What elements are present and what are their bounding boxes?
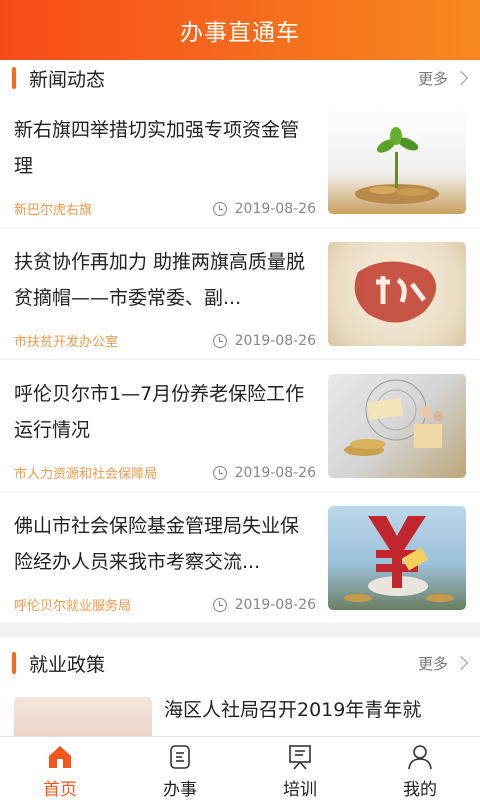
clock-icon [212,333,227,348]
clock-icon [212,465,227,480]
list-item[interactable]: 扶贫协作再加力 助推两旗高质量脱贫摘帽——市委常委、副... 市扶贫开发办公室 … [0,228,480,360]
news-source: 新巴尔虎右旗 [14,203,93,218]
section-divider [0,624,480,637]
tab-label: 培训 [283,780,317,800]
news-source: 呼伦贝尔就业服务局 [14,599,132,614]
tab-label: 办事 [163,780,197,800]
main-content[interactable]: 新闻动态 更多 新右旗四举措切实加强专项资金管理 新巴尔虎右旗 2019-08-… [0,60,480,736]
section-title-news: 新闻动态 [29,68,106,91]
document-icon [170,745,190,769]
tab-training[interactable]: 培训 [240,737,360,800]
list-item[interactable]: 海区人社局召开2019年青年就 [0,689,480,736]
training-icon [289,745,311,770]
news-title: 呼伦贝尔市1—7月份养老保险工作运行情况 [14,383,305,441]
section-title-policy: 就业政策 [29,653,106,676]
news-title: 佛山市社会保险基金管理局失业保险经办人员来我市考察交流... [14,515,300,573]
more-news-button[interactable]: 更多 [417,68,469,89]
more-label: 更多 [417,654,448,673]
news-title: 扶贫协作再加力 助推两旗高质量脱贫摘帽——市委常委、副... [14,251,306,309]
news-source: 市人力资源和社会保障局 [14,467,158,482]
section-accent-bar [12,652,16,674]
news-title: 新右旗四举措切实加强专项资金管理 [14,119,300,177]
tab-services[interactable]: 办事 [120,737,240,800]
list-item[interactable]: 佛山市社会保险基金管理局失业保险经办人员来我市考察交流... 呼伦贝尔就业服务局… [0,492,480,624]
app-header: 办事直通车 [0,0,480,60]
meeting-image [14,697,152,736]
tab-home[interactable]: 首页 [0,737,120,800]
money-plant-image [328,110,466,214]
more-label: 更多 [417,69,448,88]
news-title: 海区人社局召开2019年青年就 [164,699,422,721]
news-date: 2019-08-26 [234,596,316,613]
chevron-right-icon [453,70,469,86]
tab-label: 我的 [403,780,437,800]
clock-icon [212,201,227,216]
news-date: 2019-08-26 [234,464,316,481]
tab-profile[interactable]: 我的 [360,737,480,800]
clock-icon [212,597,227,612]
pension-image [328,374,466,478]
section-header-policy: 就业政策 更多 [0,637,480,689]
news-date: 2019-08-26 [234,200,316,217]
chevron-right-icon [453,655,469,671]
list-item[interactable]: 呼伦贝尔市1—7月份养老保险工作运行情况 市人力资源和社会保障局 2019-08… [0,360,480,492]
bottom-tab-bar: 首页 办事 培训 我的 [0,736,480,800]
news-date: 2019-08-26 [234,332,316,349]
poverty-relief-image [328,242,466,346]
list-item[interactable]: 新右旗四举措切实加强专项资金管理 新巴尔虎右旗 2019-08-26 [0,96,480,228]
section-header-news: 新闻动态 更多 [0,60,480,96]
page-title: 办事直通车 [180,20,300,46]
section-accent-bar [12,67,16,89]
more-policy-button[interactable]: 更多 [417,653,469,674]
unemployment-insurance-image [328,506,466,610]
profile-icon [408,745,432,770]
tab-label: 首页 [43,780,77,800]
news-source: 市扶贫开发办公室 [14,335,119,350]
home-icon [49,746,71,768]
